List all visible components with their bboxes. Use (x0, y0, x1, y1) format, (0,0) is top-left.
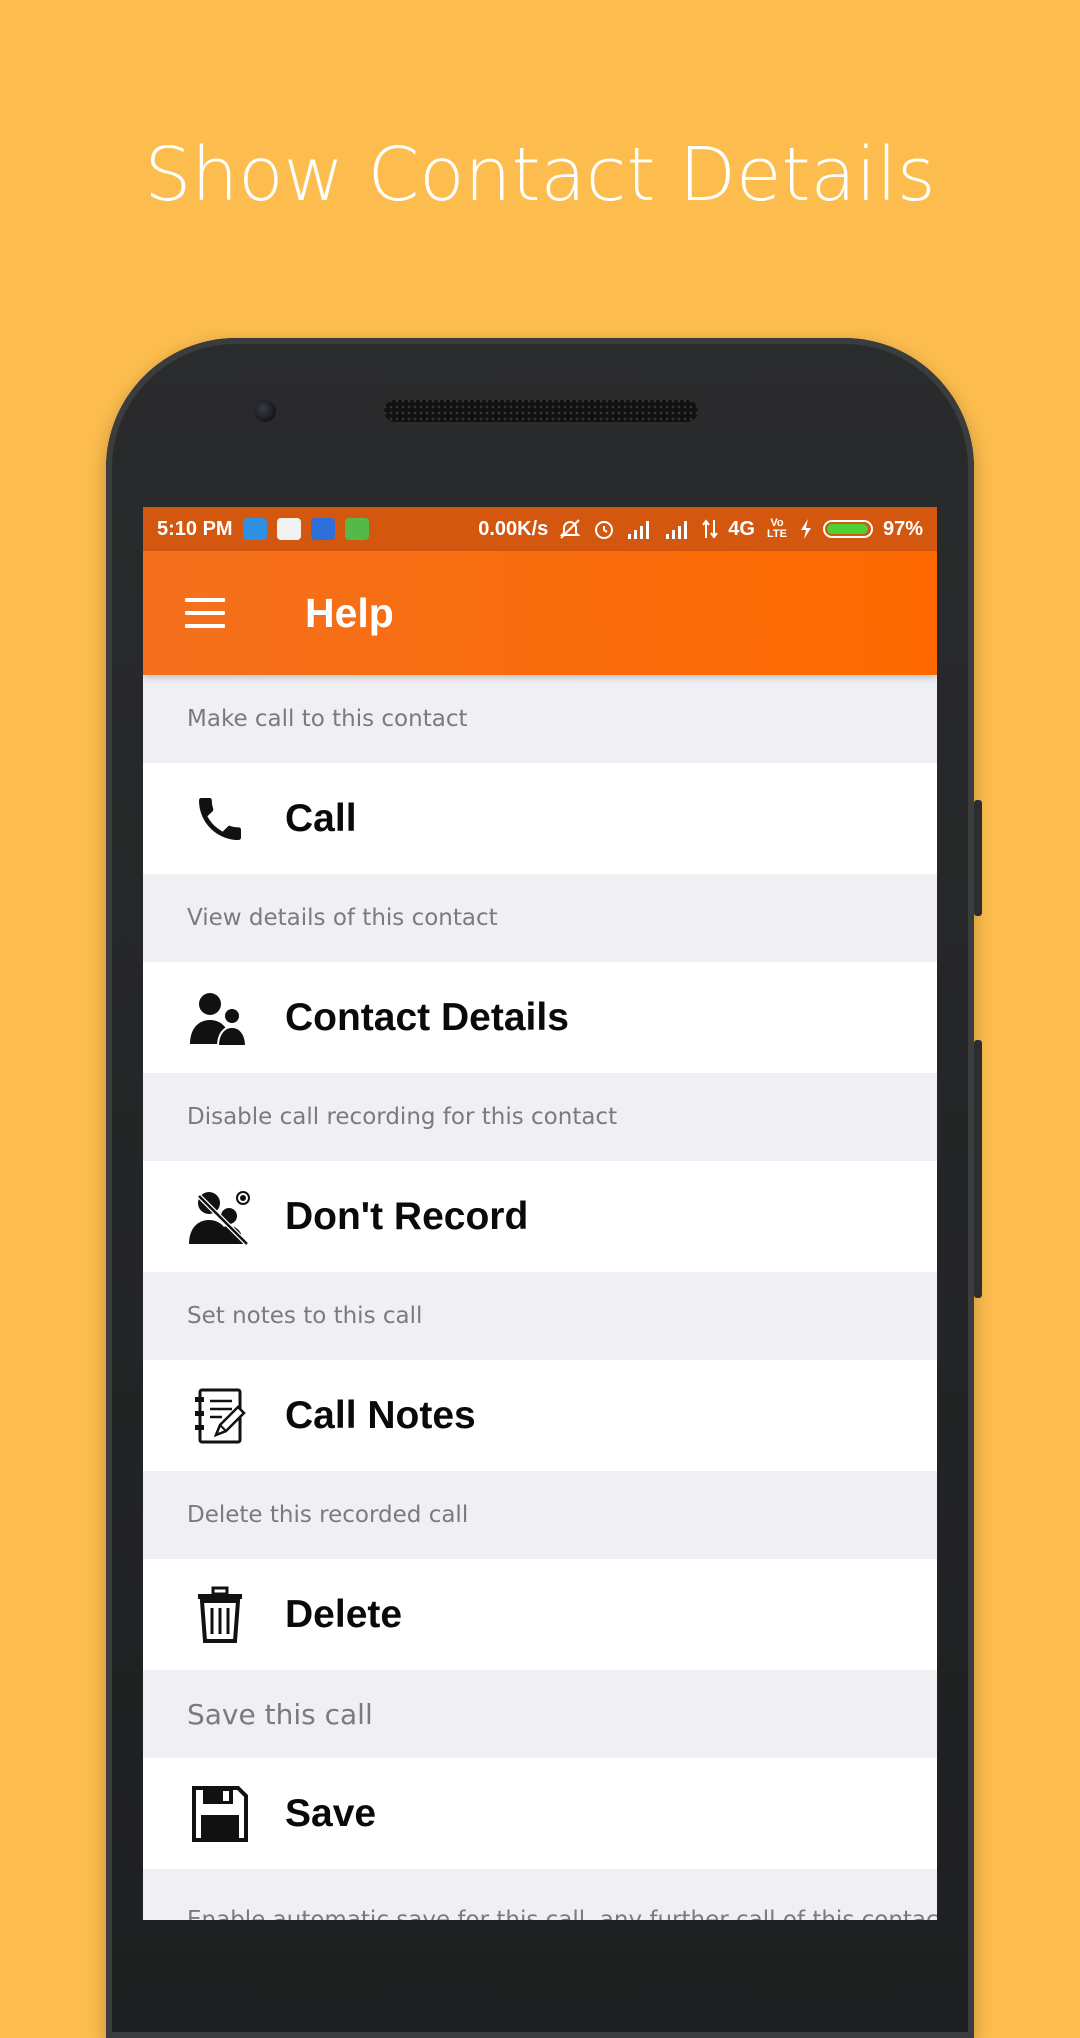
battery-icon (822, 520, 873, 538)
call-notes-row[interactable]: Call Notes (143, 1360, 937, 1471)
section-description: Make call to this contact (187, 706, 468, 732)
app-bar: Help (143, 551, 937, 675)
charging-icon (800, 519, 811, 539)
phone-screen: 5:10 PM 0.00K/s 4G Vo LTE 97% Help Make … (143, 507, 937, 1920)
mute-icon (559, 519, 581, 539)
phone-side-button-upper (974, 800, 982, 916)
front-camera (254, 400, 276, 422)
row-label: Don't Record (285, 1194, 529, 1238)
status-bar: 5:10 PM 0.00K/s 4G Vo LTE 97% (143, 507, 937, 551)
signal-icon (628, 521, 650, 539)
call-row[interactable]: Call (143, 763, 937, 874)
data-arrows-icon (702, 519, 719, 539)
headline: Show Contact Details (144, 132, 936, 218)
phone-side-button-lower (974, 1040, 982, 1298)
phone-icon (185, 784, 255, 854)
network-speed: 0.00K/s (478, 517, 549, 540)
section-description: Set notes to this call (187, 1303, 423, 1329)
android-icon (344, 518, 369, 540)
contacts-icon (185, 983, 255, 1053)
status-time: 5:10 PM (157, 517, 233, 540)
no-record-icon (185, 1182, 255, 1252)
section-description: Save this call (187, 1697, 373, 1731)
row-label: Save (285, 1791, 377, 1835)
volte-badge: Vo LTE (766, 517, 787, 540)
earpiece-speaker (382, 398, 700, 424)
battery-percent: 97% (882, 517, 923, 540)
signal-icon-2 (666, 521, 688, 539)
usb-icon (242, 518, 267, 540)
row-label: Call (285, 796, 357, 840)
section-description: Disable call recording for this contact (187, 1104, 618, 1130)
section-description: Enable automatic save for this call, any… (187, 1907, 937, 1920)
network-type: 4G (728, 517, 755, 540)
trash-icon (185, 1580, 255, 1650)
dont-record-row[interactable]: Don't Record (143, 1161, 937, 1272)
contact-details-row[interactable]: Contact Details (143, 962, 937, 1073)
delete-row[interactable]: Delete (143, 1559, 937, 1670)
notes-icon (185, 1381, 255, 1451)
section-description: View details of this contact (187, 905, 498, 931)
section-description: Delete this recorded call (187, 1502, 469, 1528)
row-label: Call Notes (285, 1393, 476, 1437)
row-label: Delete (285, 1592, 403, 1636)
floppy-icon (185, 1779, 255, 1849)
save-row[interactable]: Save (143, 1758, 937, 1869)
mail-icon (276, 518, 301, 540)
row-label: Contact Details (285, 995, 569, 1039)
app-notification-icon (310, 518, 335, 540)
page-title: Help (305, 589, 394, 636)
hamburger-menu-icon[interactable] (185, 598, 225, 628)
help-list: Make call to this contact Call View deta… (143, 675, 937, 1920)
battery-level-fill (826, 524, 868, 534)
alarm-icon (595, 521, 614, 539)
